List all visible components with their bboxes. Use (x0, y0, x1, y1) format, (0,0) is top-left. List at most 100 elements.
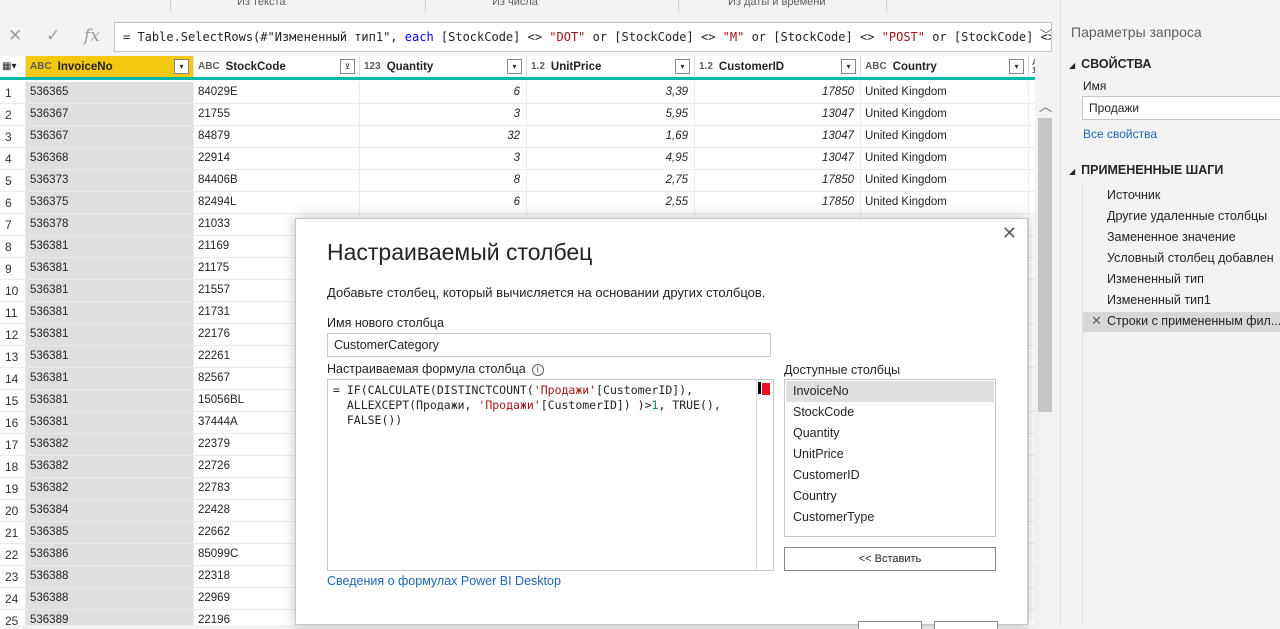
table-cell[interactable]: 2,55 (527, 192, 695, 214)
chevron-down-icon[interactable]: ﹀ (1040, 26, 1052, 43)
table-cell[interactable]: 5,95 (527, 104, 695, 126)
column-type-icon[interactable]: ABC (198, 61, 220, 72)
table-cell[interactable]: 536367 (26, 104, 194, 126)
table-cell[interactable]: United Kingdom (861, 104, 1029, 126)
applied-step[interactable]: Замененное значение (1083, 228, 1280, 248)
row-number[interactable]: 7 (0, 214, 26, 236)
column-header-extra[interactable]: ABC 123 (1029, 56, 1035, 77)
delete-step-icon[interactable]: ✕ (1091, 313, 1102, 329)
filter-icon[interactable]: ⊻ (340, 59, 355, 74)
table-cell[interactable]: 3 (360, 104, 527, 126)
table-cell[interactable]: 32 (360, 126, 527, 148)
column-header-stockcode[interactable]: ABC StockCode ⊻ (194, 56, 360, 77)
formula-input[interactable]: = Table.SelectRows(#"Измененный тип1", e… (114, 22, 1052, 52)
table-cell[interactable]: 536384 (26, 500, 194, 522)
table-cell[interactable]: 536381 (26, 236, 194, 258)
table-cell[interactable]: United Kingdom (861, 192, 1029, 214)
column-type-icon[interactable]: 1.2 (699, 61, 713, 72)
table-cell[interactable]: 536381 (26, 324, 194, 346)
row-number[interactable]: 22 (0, 544, 26, 566)
dropdown-icon[interactable]: ▾ (675, 59, 690, 74)
info-icon[interactable]: i (531, 363, 544, 376)
table-cell[interactable]: 536382 (26, 434, 194, 456)
column-header-quantity[interactable]: 123 Quantity ▾ (360, 56, 527, 77)
applied-steps-header[interactable]: ◢ ПРИМЕНЕННЫЕ ШАГИ (1069, 163, 1223, 177)
table-cell[interactable]: 536381 (26, 346, 194, 368)
chevron-up-icon[interactable]: ︿ (1039, 96, 1052, 115)
table-cell[interactable]: 536381 (26, 280, 194, 302)
column-type-icon[interactable]: 123 (364, 61, 381, 72)
grid-vertical-scrollbar[interactable]: ︿ (1035, 80, 1056, 625)
table-cell[interactable]: 3,39 (527, 82, 695, 104)
table-cell[interactable]: 17850 (695, 192, 861, 214)
table-cell[interactable]: United Kingdom (861, 170, 1029, 192)
editor-scrollbar[interactable] (756, 380, 773, 570)
table-cell[interactable]: 82494L (194, 192, 360, 214)
table-cell[interactable]: 21755 (194, 104, 360, 126)
column-type-icon[interactable]: ABC 123 (1032, 58, 1035, 75)
table-cell[interactable]: United Kingdom (861, 82, 1029, 104)
row-number[interactable]: 12 (0, 324, 26, 346)
table-cell[interactable]: 22914 (194, 148, 360, 170)
table-cell[interactable]: 13047 (695, 104, 861, 126)
table-corner-icon[interactable]: ▦▾ (0, 56, 26, 77)
available-column-item[interactable]: Country (786, 486, 994, 507)
formula-editor[interactable]: = IF(CALCULATE(DISTINCTCOUNT('Продажи'[C… (327, 379, 774, 571)
applied-step[interactable]: Измененный тип (1083, 270, 1280, 290)
table-cell[interactable]: 6 (360, 192, 527, 214)
table-cell[interactable]: United Kingdom (861, 148, 1029, 170)
available-column-item[interactable]: Quantity (786, 423, 994, 444)
cancel-button[interactable] (934, 621, 998, 629)
table-cell[interactable]: 13047 (695, 148, 861, 170)
row-number[interactable]: 24 (0, 588, 26, 610)
table-cell[interactable]: 536381 (26, 302, 194, 324)
dropdown-icon[interactable]: ▾ (1009, 59, 1024, 74)
applied-step[interactable]: Источник (1083, 186, 1280, 206)
table-cell[interactable]: 4,95 (527, 148, 695, 170)
column-type-icon[interactable]: ABC (865, 61, 887, 72)
check-icon[interactable]: ✓ (46, 26, 60, 46)
table-cell[interactable]: 17850 (695, 170, 861, 192)
table-cell[interactable]: 536385 (26, 522, 194, 544)
table-cell[interactable]: 84879 (194, 126, 360, 148)
table-cell[interactable]: 536381 (26, 368, 194, 390)
ribbon-group-text[interactable]: Из текста (237, 0, 286, 8)
row-number[interactable]: 18 (0, 456, 26, 478)
dropdown-icon[interactable]: ▾ (174, 59, 189, 74)
table-cell[interactable]: 536381 (26, 390, 194, 412)
column-type-icon[interactable]: ABC (30, 61, 52, 72)
table-cell[interactable]: 3 (360, 148, 527, 170)
table-cell[interactable]: 536378 (26, 214, 194, 236)
column-header-unitprice[interactable]: 1.2 UnitPrice ▾ (527, 56, 695, 77)
formula-help-link[interactable]: Сведения о формулах Power BI Desktop (327, 574, 561, 588)
close-icon[interactable]: ✕ (1002, 223, 1017, 244)
table-cell[interactable]: 536381 (26, 412, 194, 434)
dropdown-icon[interactable]: ▾ (841, 59, 856, 74)
table-cell[interactable]: 84406B (194, 170, 360, 192)
row-number[interactable]: 20 (0, 500, 26, 522)
insert-button[interactable]: << Вставить (784, 547, 996, 571)
ribbon-group-date[interactable]: Из даты и времени (728, 0, 825, 8)
table-cell[interactable]: 2,75 (527, 170, 695, 192)
table-cell[interactable]: 536367 (26, 126, 194, 148)
row-number[interactable]: 10 (0, 280, 26, 302)
applied-step[interactable]: Другие удаленные столбцы (1083, 207, 1280, 227)
available-column-item[interactable]: InvoiceNo (786, 381, 994, 402)
applied-step[interactable]: ✕ Строки с примененным фил... (1083, 312, 1280, 332)
row-number[interactable]: 6 (0, 192, 26, 214)
row-number[interactable]: 2 (0, 104, 26, 126)
row-number[interactable]: 19 (0, 478, 26, 500)
table-cell[interactable]: 536386 (26, 544, 194, 566)
row-number[interactable]: 3 (0, 126, 26, 148)
row-number[interactable]: 17 (0, 434, 26, 456)
table-cell[interactable]: 13047 (695, 126, 861, 148)
column-header-invoiceno[interactable]: ABC InvoiceNo ▾ (26, 56, 194, 77)
all-properties-link[interactable]: Все свойства (1083, 127, 1157, 141)
table-cell[interactable]: 536375 (26, 192, 194, 214)
table-cell[interactable]: 536373 (26, 170, 194, 192)
table-cell[interactable]: 536388 (26, 588, 194, 610)
x-icon[interactable]: ✕ (8, 26, 22, 46)
column-type-icon[interactable]: 1.2 (531, 61, 545, 72)
ribbon-group-number[interactable]: Из числа (492, 0, 538, 8)
available-column-item[interactable]: UnitPrice (786, 444, 994, 465)
